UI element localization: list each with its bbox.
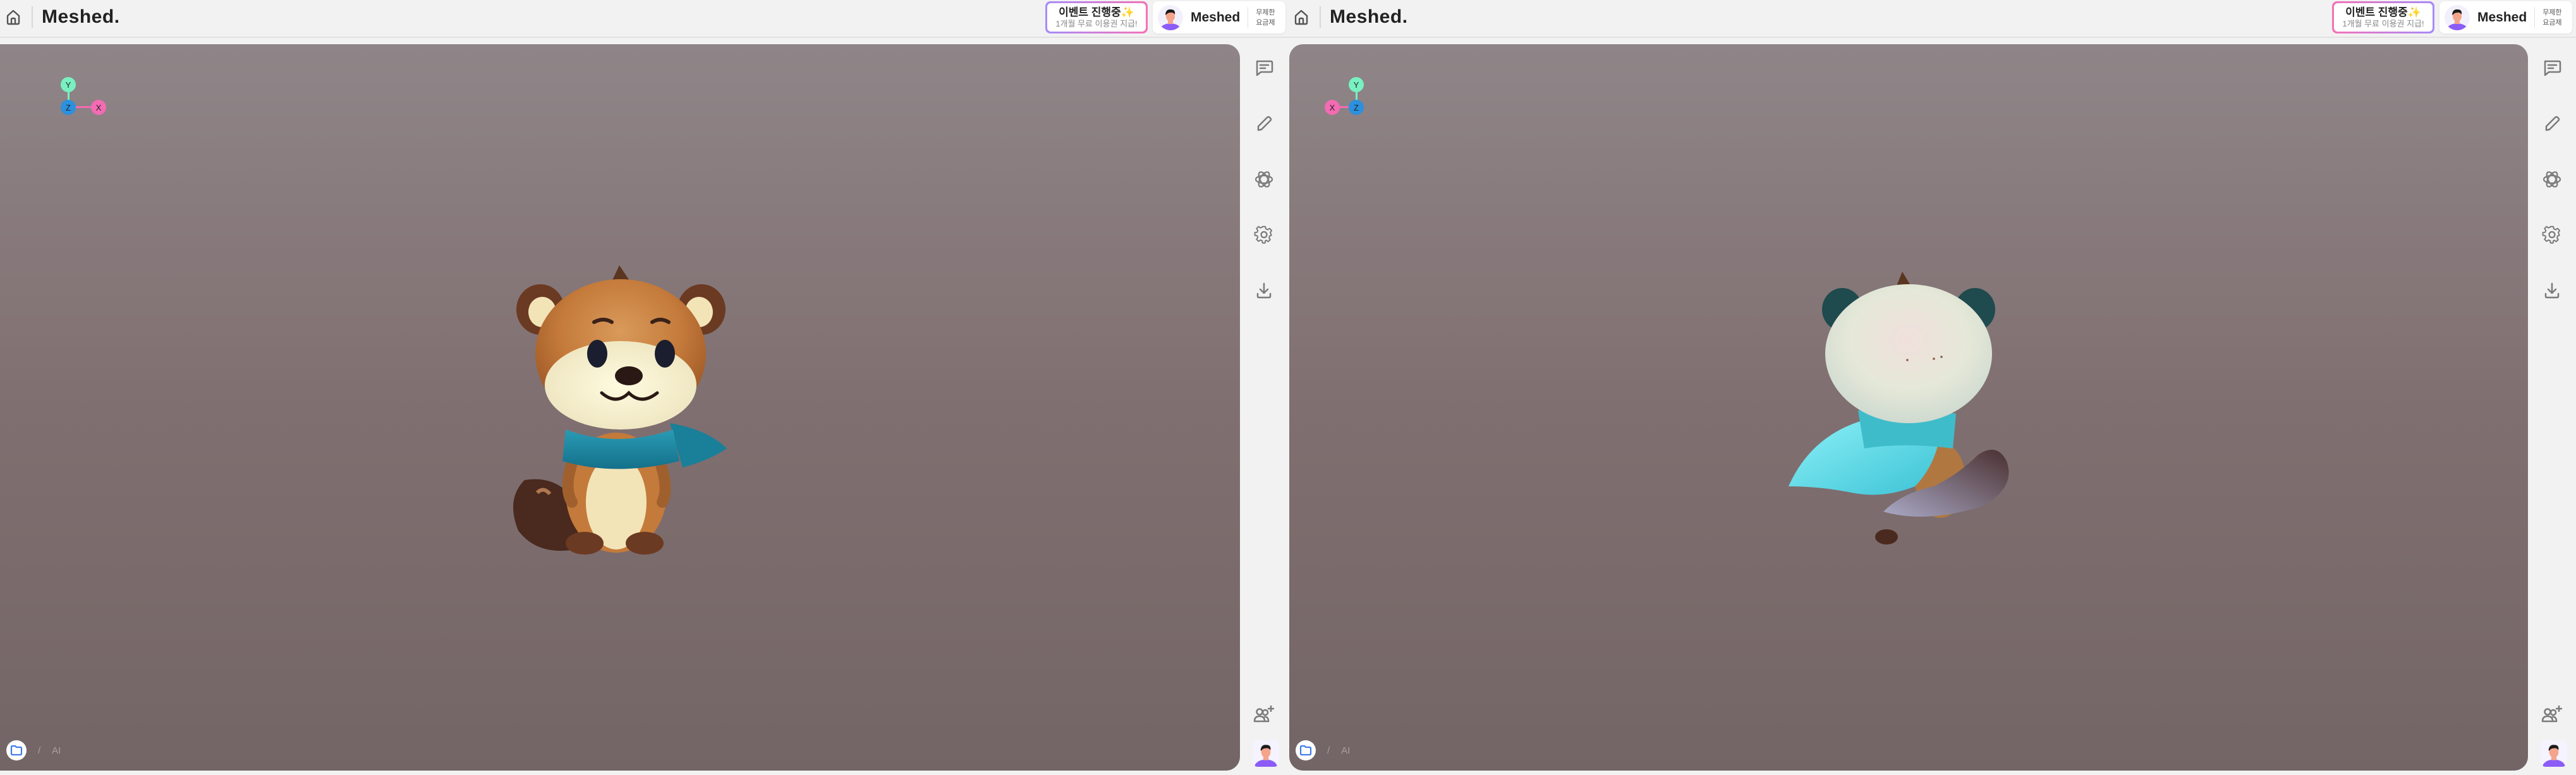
settings-button[interactable] [1253,224,1275,246]
3d-model-otter-back [1789,272,2009,544]
plan-label: 무제한 요금제 [2543,8,2568,28]
breadcrumb: / AI [1296,740,1350,760]
download-button[interactable] [2541,279,2563,302]
axis-gizmo[interactable]: Y Z X [1320,75,1376,125]
comment-icon [2544,60,2561,76]
avatar [1253,740,1279,767]
home-button[interactable] [5,8,21,27]
header-divider [1320,6,1321,28]
atom-icon [2543,171,2561,188]
viewer-pane-right: Meshed. 이벤트 진행중✨ 1개월 무료 이용권 지급! Meshed 무… [1288,0,2576,775]
event-badge[interactable]: 이벤트 진행중✨ 1개월 무료 이용권 지급! [2332,1,2434,33]
axis-gizmo[interactable]: Y Z X [56,75,112,125]
home-icon [1294,9,1308,25]
atom-icon [1255,171,1273,188]
profile-name: Meshed [2477,9,2527,25]
breadcrumb-item-ai[interactable]: AI [1341,745,1350,756]
z-axis-label[interactable]: Z [61,100,76,115]
folder-icon [1299,745,1312,755]
3d-viewport[interactable]: Y Z X / AI [1289,44,2528,771]
folder-icon [10,745,23,755]
comment-button[interactable] [2541,57,2563,80]
profile-card[interactable]: Meshed 무제한 요금제 [1153,1,1285,33]
x-axis-label[interactable]: X [91,100,106,115]
download-button[interactable] [1253,279,1275,302]
header-divider [32,6,33,28]
user-avatar-button[interactable] [1253,740,1279,767]
edit-button[interactable] [2541,112,2563,135]
y-axis-label[interactable]: Y [61,77,76,92]
add-user-icon [1253,706,1274,723]
comment-icon [1256,60,1273,76]
breadcrumb-separator: / [38,745,41,756]
app-logo[interactable]: Meshed. [1330,6,1408,28]
viewer-pane-left: Meshed. 이벤트 진행중✨ 1개월 무료 이용권 지급! Meshed 무… [0,0,1288,775]
event-title: 이벤트 진행중✨ [1059,6,1134,18]
pencil-icon [2545,116,2560,131]
ai-generate-button[interactable] [2541,168,2563,191]
right-toolbar [1240,44,1288,775]
profile-name: Meshed [1191,9,1241,25]
app-logo[interactable]: Meshed. [42,6,120,28]
plan-line-1: 무제한 [2543,8,2562,16]
user-avatar-button[interactable] [2541,740,2567,767]
invite-user-button[interactable] [2541,702,2563,725]
comment-button[interactable] [1253,57,1275,80]
ai-generate-button[interactable] [1253,168,1275,191]
add-user-icon [2541,706,2562,723]
breadcrumb-separator: / [1327,745,1330,756]
event-title: 이벤트 진행중✨ [2345,6,2421,18]
3d-viewport[interactable]: Y Z X / AI [0,44,1240,771]
plan-line-1: 무제한 [1256,8,1275,16]
event-subtitle: 1개월 무료 이용권 지급! [1055,18,1138,28]
plan-line-2: 요금제 [2543,18,2562,27]
download-icon [2544,282,2560,299]
profile-separator [2534,6,2536,28]
settings-button[interactable] [2541,224,2563,246]
avatar [1158,4,1183,30]
breadcrumb-item-ai[interactable]: AI [52,745,61,756]
breadcrumb: / AI [6,740,61,760]
x-axis-label[interactable]: X [1325,100,1340,115]
folder-button[interactable] [1296,740,1316,760]
plan-label: 무제한 요금제 [1256,8,1281,28]
top-header: Meshed. 이벤트 진행중✨ 1개월 무료 이용권 지급! Meshed 무… [1288,0,2576,38]
profile-card[interactable]: Meshed 무제한 요금제 [2439,1,2572,33]
z-axis-label[interactable]: Z [1349,100,1364,115]
avatar [2541,740,2567,767]
invite-user-button[interactable] [1253,702,1275,725]
event-badge[interactable]: 이벤트 진행중✨ 1개월 무료 이용권 지급! [1045,1,1148,33]
y-axis-label[interactable]: Y [1349,77,1364,92]
gear-icon [2542,225,2561,244]
plan-line-2: 요금제 [1256,18,1275,27]
avatar [2445,4,2470,30]
right-toolbar [2528,44,2576,775]
folder-button[interactable] [6,740,27,760]
home-button[interactable] [1293,8,1309,27]
event-subtitle: 1개월 무료 이용권 지급! [2342,18,2424,28]
download-icon [1256,282,1272,299]
top-header: Meshed. 이벤트 진행중✨ 1개월 무료 이용권 지급! Meshed 무… [0,0,1288,38]
edit-button[interactable] [1253,112,1275,135]
home-icon [6,9,20,25]
gear-icon [1254,225,1273,244]
3d-model-otter-front [513,265,727,555]
pencil-icon [1257,116,1272,131]
